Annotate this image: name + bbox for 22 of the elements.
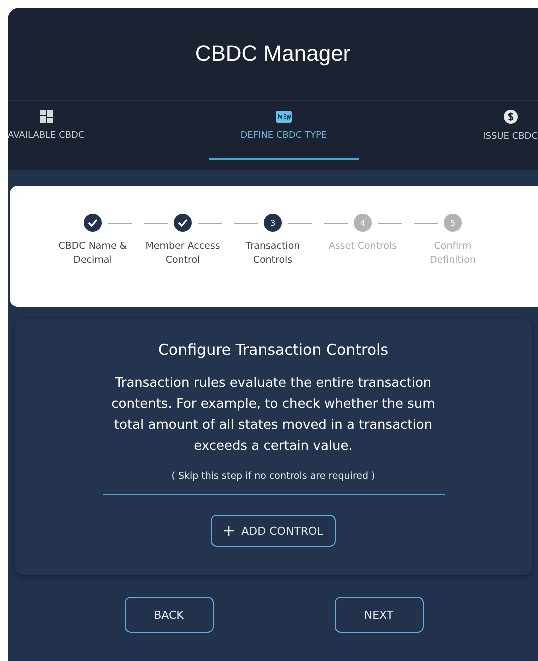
add-control-button[interactable]: ADD CONTROL (210, 515, 336, 547)
next-button[interactable]: NEXT (334, 597, 424, 633)
badge-icon (276, 110, 292, 122)
plus-icon (224, 526, 234, 536)
back-button[interactable]: BACK (124, 597, 214, 633)
hint-text: ( Skip this step if no controls are required ) (172, 471, 376, 482)
dollar-icon (504, 110, 518, 124)
step-indicator: 4 (354, 214, 372, 232)
step-label: Member Access Control (144, 240, 222, 268)
description-text: Transaction rules evaluate the entire transaction contents. For example, to check whether the sum total amount of all states moved in a transaction exceeds a certain value. (110, 375, 436, 456)
card-title: Configure Transaction Controls (158, 341, 389, 359)
nav-tab[interactable]: DEFINE CBDC TYPE (208, 101, 359, 160)
dashboard-icon (40, 110, 53, 123)
app-title: CBDC Manager (195, 41, 351, 67)
step-label: Transaction Controls (244, 240, 302, 268)
step-label: CBDC Name & Decimal (58, 240, 128, 268)
step-label: Asset Controls (328, 240, 398, 254)
step-indicator: 5 (444, 214, 462, 232)
step-indicator: 3 (264, 214, 282, 232)
nav-tab[interactable]: ISSUE CBDC (483, 101, 538, 160)
nav-tab[interactable]: AVAILABLE CBDC (8, 101, 85, 160)
step-label: Confirm Definition (428, 240, 477, 268)
